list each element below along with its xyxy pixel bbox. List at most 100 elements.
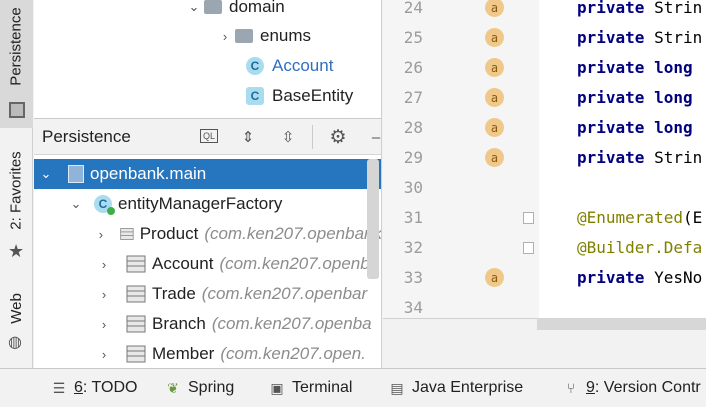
code-text: YesNo [654,267,703,287]
entity-row[interactable]: › Trade (com.ken207.openbar [34,279,381,309]
chevron-right-icon[interactable]: › [94,347,114,362]
jpa-attribute-icon[interactable]: a [485,148,504,167]
fold-start-icon[interactable] [523,212,534,224]
chevron-right-icon[interactable]: › [94,257,114,272]
folder-icon [204,0,222,14]
todo-list-icon: ☰ [52,379,66,396]
tool-window-version-control[interactable]: ⑂ 9: Version Contr [562,369,701,407]
tool-window-todo[interactable]: ☰ 6: TODO [50,369,138,407]
ql-console-icon[interactable]: QL [200,129,219,143]
entity-package: (com.ken207.openb [219,254,370,273]
code-line: private long [577,112,693,142]
chevron-down-icon[interactable]: ⌄ [184,0,204,15]
keyword: private [577,27,645,47]
class-icon: C [246,57,264,75]
left-tool-strip: Persistence 2: Favorites ★ Web ◍ [0,0,33,368]
entity-package: (com.ken207.openbar [201,284,368,303]
chevron-down-icon[interactable]: ⌄ [66,196,86,212]
tool-tab-favorites[interactable]: 2: Favorites ★ [0,148,33,266]
line-number: 25 [403,28,423,47]
code-line: private Strin [577,142,702,172]
chevron-right-icon[interactable]: › [94,317,114,332]
line-number: 31 [403,208,423,227]
entity-row[interactable]: › Account (com.ken207.openb [34,249,381,279]
version-control-icon: ⑂ [566,380,576,396]
tool-tab-web[interactable]: Web ◍ [0,286,33,356]
entity-name: Trade [152,284,196,303]
entity-row[interactable]: › Member (com.ken207.open. [34,339,381,368]
jpa-attribute-icon[interactable]: a [485,58,504,77]
code-line: private Strin [577,22,702,52]
factory-icon: C [94,195,115,215]
line-number: 28 [403,118,423,137]
tool-window-label: : TODO [82,379,138,396]
tree-item-label: openbank.main [90,164,207,183]
tree-item-label: entityManagerFactory [118,194,283,213]
keyword: private [577,57,645,77]
jpa-attribute-icon[interactable]: a [485,88,504,107]
persistence-panel: Persistence QL ⇕ ⇳ ⚙ – ⌄ openbank.main ⌄… [34,118,382,368]
entity-package: (com.ken207.open. [220,344,366,363]
code-text: (E [682,207,703,227]
entity-row[interactable]: › Branch (com.ken207.openba [34,309,381,339]
tool-window-label: Terminal [292,379,353,396]
code-line: private long [577,82,693,112]
chevron-right-icon[interactable]: › [215,29,235,44]
chevron-down-icon[interactable]: ⌄ [36,166,56,182]
tree-item-domain[interactable]: ⌄ domain [184,0,285,22]
code-editor[interactable]: private Strin private Strin private long… [539,0,706,318]
editor-gutter: 24 25 26 27 28 29 30 31 32 33 34 a a a a… [383,0,539,322]
jpa-attribute-icon[interactable]: a [485,28,504,47]
tool-window-java-enterprise[interactable]: ▤ Java Enterprise [388,369,523,407]
tool-window-label: Java Enterprise [412,379,524,396]
code-line: private Strin [577,0,702,22]
keyword: private [577,0,645,17]
chevron-right-icon[interactable]: › [94,287,114,302]
persistence-icon [9,102,25,118]
entity-table-icon [120,228,134,240]
code-line: @Builder.Defa [577,232,702,262]
entity-table-icon [126,255,146,273]
tree-item-entity-manager-factory[interactable]: ⌄ C entityManagerFactory [34,189,381,219]
shortcut-key: 9 [586,379,595,396]
tool-window-label: : Version Contr [594,379,701,396]
entity-table-icon [126,285,146,303]
keyword: private [577,147,645,167]
jpa-attribute-icon[interactable]: a [485,0,504,17]
tool-window-spring[interactable]: ❦ Spring [164,369,234,407]
entity-table-icon [126,345,146,363]
tree-item-label: Account [272,56,334,75]
bottom-tool-bar: ☰ 6: TODO ❦ Spring ▣ Terminal ▤ Java Ent… [0,368,706,406]
vertical-scrollbar[interactable] [367,159,379,279]
keyword: private [577,87,645,107]
line-number: 33 [403,268,423,287]
tree-item-account-class[interactable]: C Account [246,51,333,81]
horizontal-scrollbar[interactable] [537,318,706,330]
code-line: private YesNo [577,262,702,292]
tool-tab-web-label: Web [7,293,25,324]
entity-name: Account [152,254,214,273]
tree-item-enums[interactable]: › enums [215,21,311,51]
entity-table-icon [126,315,146,333]
expand-all-icon[interactable]: ⇕ [236,125,260,149]
tool-tab-persistence[interactable]: Persistence [0,0,33,128]
jpa-attribute-icon[interactable]: a [485,268,504,287]
annotation: @Builder.Defa [577,237,703,257]
chevron-right-icon[interactable]: › [94,227,108,242]
spring-leaf-icon: ❦ [167,379,179,396]
folder-icon [235,29,253,43]
entity-row[interactable]: › Product (com.ken207.openbank [34,219,382,249]
gear-icon[interactable]: ⚙ [326,125,350,149]
tool-tab-favorites-label: 2: Favorites [8,151,25,230]
java-enterprise-icon: ▤ [390,379,404,396]
jpa-attribute-icon[interactable]: a [485,118,504,137]
annotation: @Enumerated [577,207,683,227]
minimize-icon[interactable]: – [364,125,381,149]
collapse-all-icon[interactable]: ⇳ [276,125,300,149]
tree-item-baseentity-class[interactable]: C BaseEntity [246,81,353,111]
tree-item-openbank-main[interactable]: ⌄ openbank.main [34,159,381,189]
fold-end-icon[interactable] [523,242,534,254]
panel-title: Persistence [42,126,131,146]
entity-package: (com.ken207.openbank [204,224,382,243]
tool-window-terminal[interactable]: ▣ Terminal [268,369,352,407]
